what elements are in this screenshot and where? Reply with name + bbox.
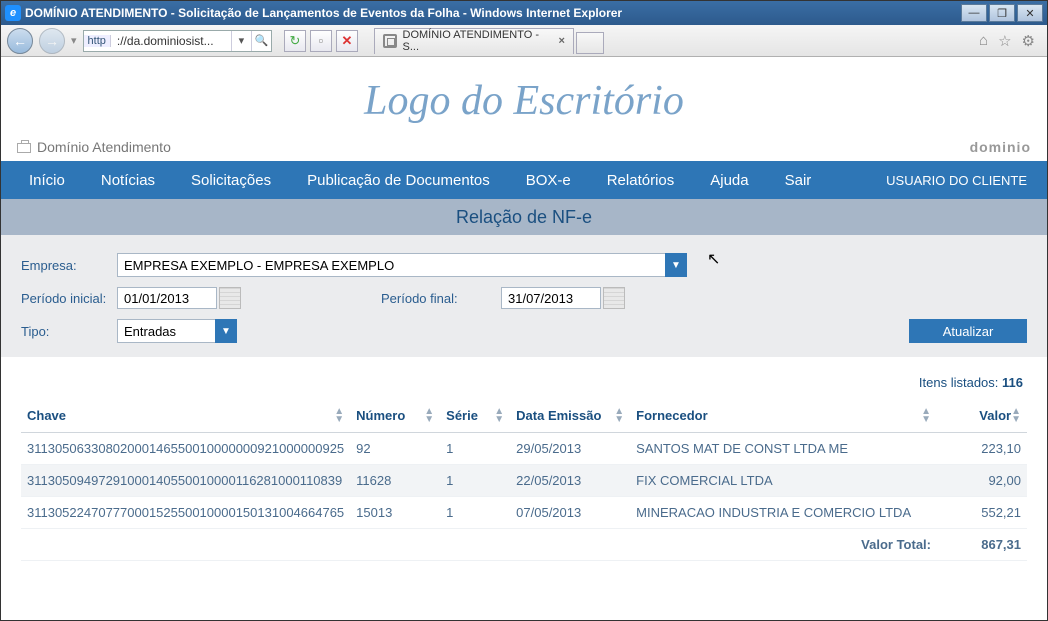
user-label: USUARIO DO CLIENTE xyxy=(886,173,1037,188)
briefcase-icon xyxy=(17,143,31,153)
page-subtitle: Relação de NF-e xyxy=(1,199,1047,235)
periodo-final-label: Período final: xyxy=(381,291,501,306)
table-row[interactable]: 3113050633080200014655001000000092100000… xyxy=(21,433,1027,465)
forward-button[interactable]: → xyxy=(39,28,65,54)
nav-noticias[interactable]: Notícias xyxy=(83,161,173,199)
nav-relatorios[interactable]: Relatórios xyxy=(589,161,693,199)
browser-toolbar: ← → ▾ http ://da.dominiosist... ▾ 🔍 ↻ ▫ … xyxy=(1,25,1047,57)
filter-panel: Empresa: ▼ ↖ Período inicial: Período fi… xyxy=(1,235,1047,357)
system-name: Domínio Atendimento xyxy=(37,139,171,155)
tipo-dropdown-icon[interactable]: ▼ xyxy=(215,319,237,343)
periodo-final-input[interactable] xyxy=(501,287,601,309)
tab-close-icon[interactable]: × xyxy=(558,35,564,47)
nav-solicitacoes[interactable]: Solicitações xyxy=(173,161,289,199)
nav-boxe[interactable]: BOX-e xyxy=(508,161,589,199)
close-window-button[interactable]: ✕ xyxy=(1017,4,1043,22)
restore-button[interactable]: ❐ xyxy=(989,4,1015,22)
table-row[interactable]: 3113050949729100014055001000011628100011… xyxy=(21,465,1027,497)
results-table: Chave▲▼ Número▲▼ Série▲▼ Data Emissão▲▼ … xyxy=(21,400,1027,561)
atualizar-button[interactable]: Atualizar xyxy=(909,319,1027,343)
office-logo: Logo do Escritório xyxy=(1,77,1047,125)
empresa-label: Empresa: xyxy=(21,258,117,273)
nav-ajuda[interactable]: Ajuda xyxy=(692,161,766,199)
tipo-select[interactable]: ▼ xyxy=(117,319,237,343)
search-icon[interactable]: 🔍 xyxy=(251,31,271,51)
col-data[interactable]: Data Emissão▲▼ xyxy=(510,400,630,433)
col-numero[interactable]: Número▲▼ xyxy=(350,400,440,433)
ie-window: e DOMÍNIO ATENDIMENTO - Solicitação de L… xyxy=(0,0,1048,621)
sort-icon[interactable]: ▲▼ xyxy=(334,408,344,424)
results-area: Itens listados: 116 Chave▲▼ Número▲▼ Sér… xyxy=(1,357,1047,571)
col-fornecedor[interactable]: Fornecedor▲▼ xyxy=(630,400,937,433)
nav-sair[interactable]: Sair xyxy=(767,161,830,199)
minimize-button[interactable]: — xyxy=(961,4,987,22)
col-chave[interactable]: Chave▲▼ xyxy=(21,400,350,433)
sort-icon[interactable]: ▲▼ xyxy=(614,408,624,424)
items-listed: Itens listados: 116 xyxy=(21,367,1027,400)
calendar-icon[interactable] xyxy=(219,287,241,309)
col-serie[interactable]: Série▲▼ xyxy=(440,400,510,433)
sort-icon[interactable]: ▲▼ xyxy=(494,408,504,424)
sort-icon[interactable]: ▲▼ xyxy=(424,408,434,424)
home-icon[interactable]: ⌂ xyxy=(979,32,988,50)
empresa-input[interactable] xyxy=(117,253,687,277)
nav-inicio[interactable]: Início xyxy=(11,161,83,199)
window-title: DOMÍNIO ATENDIMENTO - Solicitação de Lan… xyxy=(25,6,961,20)
periodo-inicial-input[interactable] xyxy=(117,287,217,309)
address-dropdown-button[interactable]: ▾ xyxy=(231,31,251,51)
logo-area: Logo do Escritório xyxy=(1,57,1047,135)
sort-icon[interactable]: ▲▼ xyxy=(1011,408,1021,424)
compat-button[interactable]: ▫ xyxy=(310,30,332,52)
table-row[interactable]: 3113052247077700015255001000015013100466… xyxy=(21,497,1027,529)
periodo-inicial-field[interactable] xyxy=(117,287,241,309)
protocol-label: http xyxy=(84,35,111,47)
periodo-inicial-label: Período inicial: xyxy=(21,291,117,306)
page-icon xyxy=(383,34,397,48)
empresa-dropdown-icon[interactable]: ▼ xyxy=(665,253,687,277)
tools-icon[interactable]: ⚙ xyxy=(1022,32,1035,50)
empresa-select[interactable]: ▼ xyxy=(117,253,687,277)
table-header-row: Chave▲▼ Número▲▼ Série▲▼ Data Emissão▲▼ … xyxy=(21,400,1027,433)
periodo-final-field[interactable] xyxy=(501,287,625,309)
address-text: ://da.dominiosist... xyxy=(111,34,231,48)
browser-tab[interactable]: DOMÍNIO ATENDIMENTO - S... × xyxy=(374,28,574,54)
main-nav: Início Notícias Solicitações Publicação … xyxy=(1,161,1047,199)
header-strip: Domínio Atendimento dominio xyxy=(1,135,1047,161)
total-row: Valor Total: 867,31 xyxy=(21,529,1027,561)
ie-icon: e xyxy=(5,5,21,21)
back-button[interactable]: ← xyxy=(7,28,33,54)
calendar-icon[interactable] xyxy=(603,287,625,309)
refresh-button[interactable]: ↻ xyxy=(284,30,306,52)
new-tab-button[interactable] xyxy=(576,32,604,54)
sort-icon[interactable]: ▲▼ xyxy=(921,408,931,424)
favorites-icon[interactable]: ☆ xyxy=(998,32,1011,50)
page-content: Logo do Escritório Domínio Atendimento d… xyxy=(1,57,1047,620)
address-bar[interactable]: http ://da.dominiosist... ▾ 🔍 xyxy=(83,30,272,52)
tab-strip: DOMÍNIO ATENDIMENTO - S... × xyxy=(374,28,973,54)
nav-publicacao[interactable]: Publicação de Documentos xyxy=(289,161,508,199)
brand-logo: dominio xyxy=(970,139,1031,155)
window-titlebar: e DOMÍNIO ATENDIMENTO - Solicitação de L… xyxy=(1,1,1047,25)
stop-button[interactable]: ✕ xyxy=(336,30,358,52)
col-valor[interactable]: Valor▲▼ xyxy=(937,400,1027,433)
tipo-label: Tipo: xyxy=(21,324,117,339)
tab-label: DOMÍNIO ATENDIMENTO - S... xyxy=(403,29,553,53)
cursor-icon: ↖ xyxy=(707,249,720,269)
